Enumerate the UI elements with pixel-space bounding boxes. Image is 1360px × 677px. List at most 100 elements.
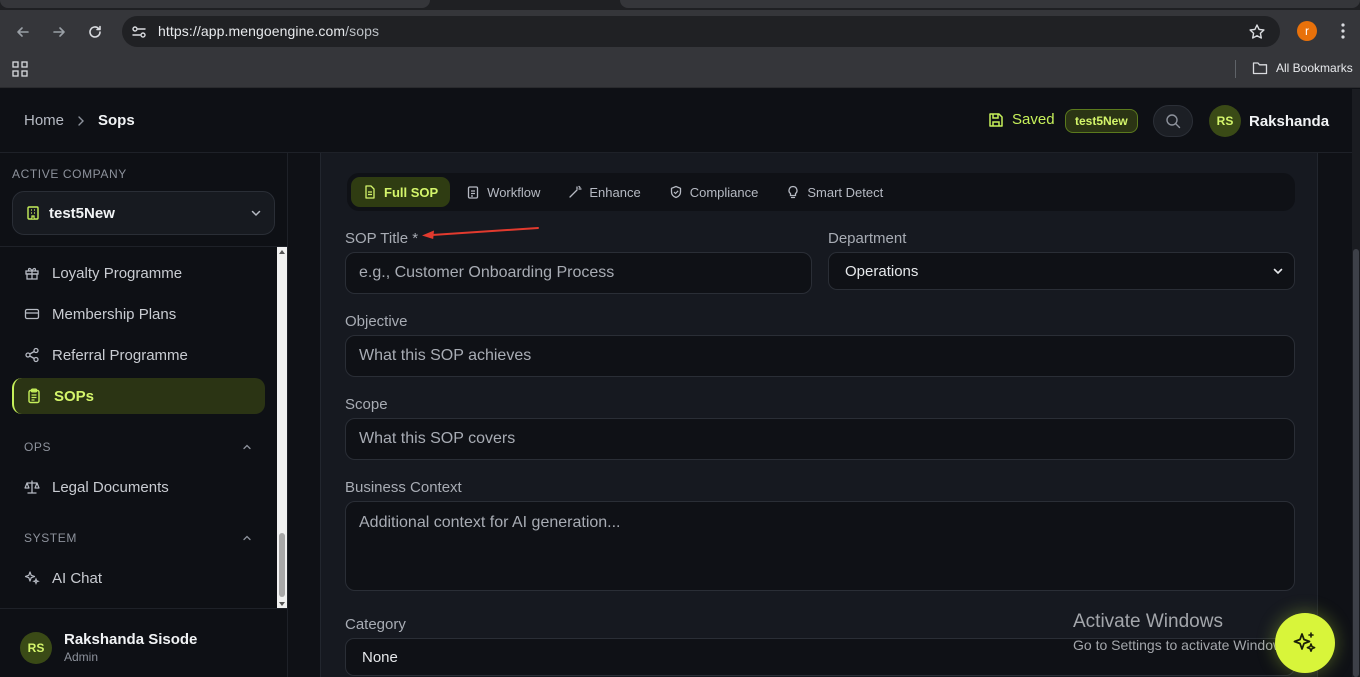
all-bookmarks-label: All Bookmarks — [1276, 61, 1353, 75]
sidebar-nav: Loyalty Programme Membership Plans Refer… — [0, 247, 276, 607]
more-menu-icon[interactable] — [1335, 21, 1351, 41]
sidebar-divider — [0, 608, 288, 609]
url-path: /sops — [345, 23, 380, 39]
business-context-label: Business Context — [345, 479, 462, 496]
scrollbar-thumb[interactable] — [279, 533, 285, 597]
tab-full-sop[interactable]: Full SOP — [351, 177, 451, 207]
department-select[interactable]: Operations — [828, 252, 1295, 290]
breadcrumb-current: Sops — [98, 112, 135, 129]
department-label: Department — [828, 230, 907, 247]
sidebar-user-role: Admin — [64, 650, 99, 664]
objective-input[interactable]: What this SOP achieves — [345, 335, 1295, 377]
category-value: None — [362, 648, 398, 666]
sidebar-item-membership-plans[interactable]: Membership Plans — [12, 296, 265, 332]
sidebar-item-label: Legal Documents — [52, 478, 169, 496]
sidebar-scrollbar[interactable] — [277, 247, 287, 609]
objective-label: Objective — [345, 313, 408, 330]
browser-toolbar: https://app.mengoengine.com/sops r — [0, 10, 1360, 52]
tab-workflow[interactable]: Workflow — [454, 177, 552, 207]
scrollbar-thumb[interactable] — [1353, 249, 1359, 677]
sidebar-user[interactable]: RS Rakshanda Sisode Admin — [20, 631, 197, 664]
search-icon — [1166, 114, 1181, 129]
tab-label: Compliance — [689, 184, 759, 200]
chevron-up-icon — [243, 444, 251, 450]
back-button[interactable] — [10, 19, 36, 45]
avatar: RS — [1209, 105, 1241, 137]
reload-button[interactable] — [82, 19, 108, 45]
share-icon — [25, 347, 39, 363]
sidebar-item-referral-programme[interactable]: Referral Programme — [12, 337, 265, 373]
all-bookmarks-button[interactable]: All Bookmarks — [1252, 61, 1353, 75]
business-context-textarea[interactable]: Additional context for AI generation... — [345, 501, 1295, 591]
company-badge[interactable]: test5New — [1065, 109, 1138, 133]
user-menu[interactable]: RS Rakshanda — [1209, 105, 1329, 137]
annotation-arrow — [422, 227, 539, 239]
sidebar-item-loyalty-programme[interactable]: Loyalty Programme — [12, 255, 265, 291]
arrow-left-icon — [17, 27, 29, 37]
sidebar-item-label: Referral Programme — [52, 346, 188, 364]
shield-check-icon — [670, 185, 681, 199]
gift-icon — [25, 267, 39, 280]
url-host: https://app.mengoengine.com — [158, 23, 346, 39]
active-company-label: ACTIVE COMPANY — [12, 167, 127, 181]
chevron-down-icon — [251, 210, 261, 217]
lightbulb-icon — [788, 185, 798, 199]
clipboard-icon — [28, 388, 40, 404]
breadcrumb-home-link[interactable]: Home — [24, 112, 64, 129]
scroll-up-arrow[interactable] — [279, 250, 285, 254]
folder-icon — [1252, 62, 1268, 75]
tab-label: Full SOP — [384, 184, 439, 200]
scope-label: Scope — [345, 396, 388, 413]
search-button[interactable] — [1153, 105, 1193, 137]
scroll-down-arrow[interactable] — [279, 602, 285, 606]
sidebar-item-label: SOPs — [54, 387, 95, 405]
profile-avatar[interactable]: r — [1297, 21, 1317, 41]
tab-enhance[interactable]: Enhance — [556, 177, 652, 207]
sop-title-input[interactable]: e.g., Customer Onboarding Process — [345, 252, 812, 294]
sidebar-item-label: AI Chat — [52, 569, 103, 587]
clipboard-icon — [468, 186, 479, 199]
bookmark-star-icon[interactable] — [1248, 23, 1266, 41]
sidebar-section-ops[interactable]: OPS — [24, 440, 252, 454]
saved-label: Saved — [1012, 111, 1055, 128]
page-scrollbar[interactable] — [1352, 89, 1360, 677]
tab-label: Enhance — [589, 184, 641, 200]
magic-wand-icon — [569, 185, 583, 198]
scope-input[interactable]: What this SOP covers — [345, 418, 1295, 460]
arrow-right-icon — [53, 27, 65, 37]
sidebar-user-name: Rakshanda Sisode — [64, 631, 198, 648]
address-bar[interactable]: https://app.mengoengine.com/sops — [122, 16, 1280, 47]
document-icon — [365, 185, 375, 199]
sidebar-item-legal-documents[interactable]: Legal Documents — [12, 469, 265, 505]
category-label: Category — [345, 616, 406, 633]
url-text: https://app.mengoengine.com/sops — [158, 23, 379, 39]
sidebar-section-system[interactable]: SYSTEM — [24, 531, 252, 545]
company-name: test5New — [49, 204, 115, 222]
sparkles-icon — [24, 571, 40, 585]
section-label: OPS — [24, 440, 52, 454]
watermark-title: Activate Windows — [1073, 611, 1223, 632]
sidebar-item-sops[interactable]: SOPs — [12, 378, 265, 414]
tab-label: Smart Detect — [807, 184, 884, 200]
company-selector[interactable]: test5New — [12, 191, 275, 235]
browser-tab[interactable] — [0, 0, 430, 8]
tab-smart-detect[interactable]: Smart Detect — [774, 177, 895, 207]
site-settings-icon[interactable] — [130, 23, 148, 41]
avatar: RS — [20, 631, 52, 664]
ai-assistant-button[interactable] — [1275, 613, 1335, 673]
forward-button[interactable] — [46, 19, 72, 45]
section-label: SYSTEM — [24, 531, 77, 545]
apps-grid-icon[interactable] — [12, 61, 28, 77]
sidebar-item-label: Loyalty Programme — [52, 264, 183, 282]
sop-title-label: SOP Title * — [345, 230, 419, 247]
windows-activation-watermark: Activate Windows Go to Settings to activ… — [1073, 611, 1294, 653]
browser-tab[interactable] — [620, 0, 1360, 8]
department-value: Operations — [845, 262, 919, 280]
card-icon — [24, 308, 40, 320]
tab-compliance[interactable]: Compliance — [657, 177, 771, 207]
bookmarks-bar: All Bookmarks — [0, 52, 1360, 88]
sidebar-item-ai-chat[interactable]: AI Chat — [12, 560, 265, 596]
reload-icon — [89, 25, 101, 38]
sidebar-item-label: Membership Plans — [52, 305, 177, 323]
browser-tab-strip — [0, 0, 1360, 10]
